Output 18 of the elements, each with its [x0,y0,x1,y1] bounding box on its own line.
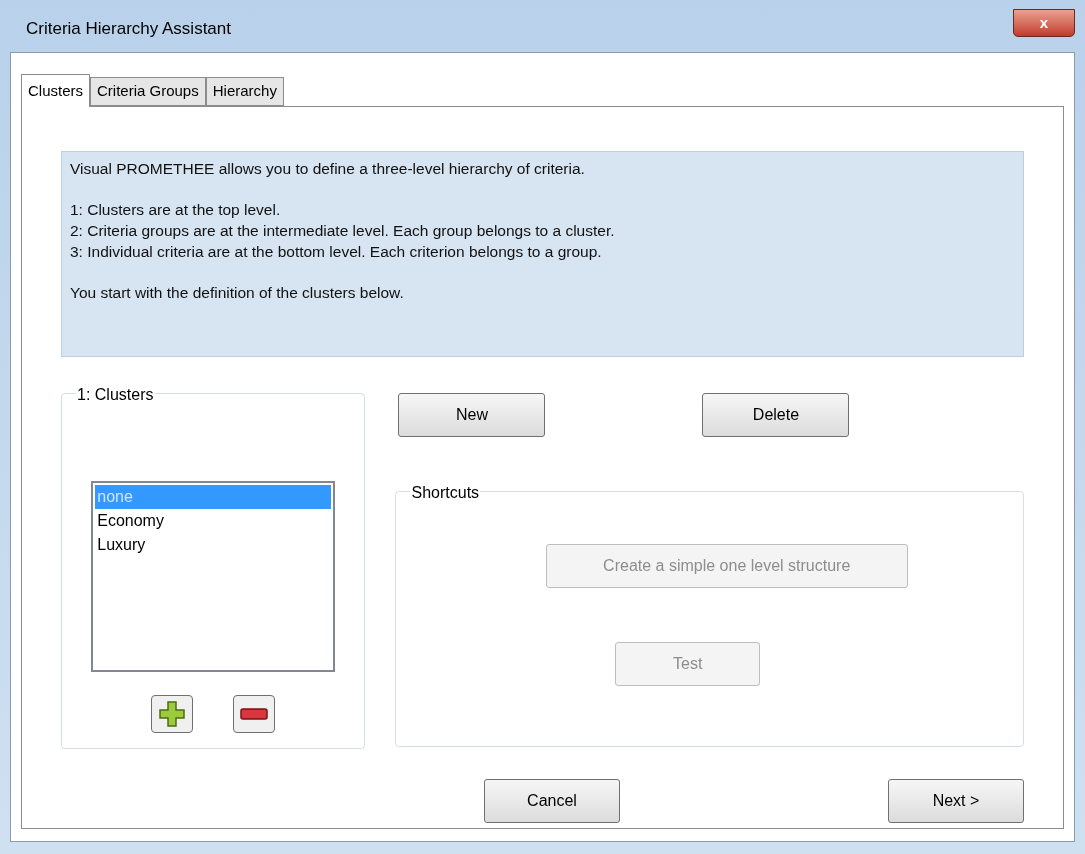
tab[interactable]: Criteria Groups [90,77,206,106]
remove-button[interactable] [233,695,276,733]
button[interactable]: Cancel [484,779,620,823]
cluster-list[interactable]: none Economy Luxury [91,481,336,672]
add-button[interactable] [151,695,194,733]
plus-icon [158,700,187,728]
tab[interactable]: Clusters [21,74,90,107]
info-text: 1: Clusters are at the top level. 2: Criteria groups are at the intermediate level. Each group belongs to a cluster. 3: Individual criteria are at the bottom level. Each criterion belongs to a group. [70,200,616,262]
info-text: Visual PROMETHEE allows you to define a three-level hierarchy of criteria. [70,159,586,179]
list-item[interactable]: Economy [95,509,332,533]
button[interactable]: New [398,393,546,437]
info-text: You start with the definition of the clusters below. [70,283,405,303]
minus-icon [240,708,269,720]
list-item[interactable]: Luxury [95,533,332,557]
button[interactable]: Delete [702,393,850,437]
tab[interactable]: Hierarchy [205,77,284,106]
window-title: Criteria Hierarchy Assistant [26,18,231,41]
button[interactable]: Next > [888,779,1024,823]
